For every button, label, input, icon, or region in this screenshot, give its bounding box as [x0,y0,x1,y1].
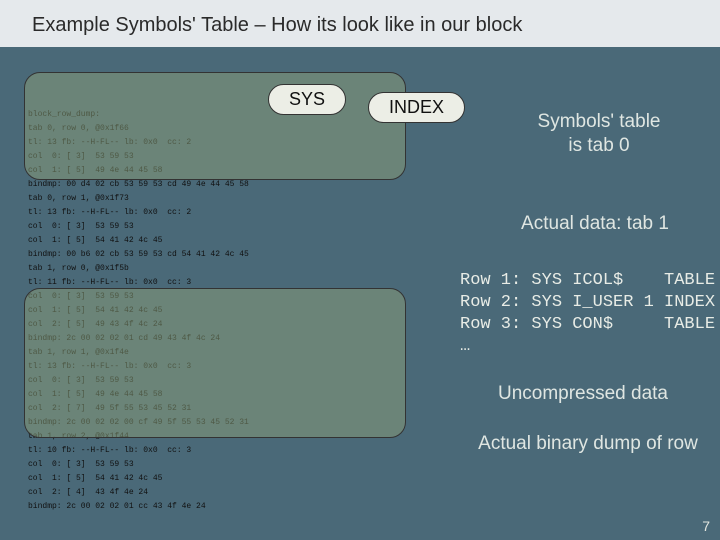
symbols-callout: Symbols' table is tab 0 [514,110,684,158]
page-title: Example Symbols' Table – How its look li… [0,0,720,47]
dump-line: bindmp: 00 d4 02 cb 53 59 53 cd 49 4e 44… [28,178,710,192]
actual-data-callout: Actual data: tab 1 [480,212,710,236]
dump-line: bindmp: 00 b6 02 cb 53 59 53 cd 54 41 42… [28,248,710,262]
dump-line: col 1: [ 5] 54 41 42 4c 45 [28,234,710,248]
title-text: Example Symbols' Table – How its look li… [32,14,522,36]
content-area: block_row_dump:tab 0, row 0, @0x1f66tl: … [28,52,710,540]
uncompressed-callout: Uncompressed data [468,382,698,406]
dump-line: bindmp: 2c 00 02 02 00 cf 49 5f 55 53 45… [28,416,710,430]
binary-dump-callout: Actual binary dump of row [448,432,720,456]
dump-line: col 2: [ 4] 43 4f 4e 24 [28,486,710,500]
index-badge: INDEX [368,92,465,123]
dump-line: tab 0, row 1, @0x1f73 [28,192,710,206]
page-number: 7 [702,518,710,534]
sys-badge: SYS [268,84,346,115]
dump-line: col 1: [ 5] 54 41 42 4c 45 [28,472,710,486]
rows-callout: Row 1: SYS ICOL$ TABLE Row 2: SYS I_USER… [460,270,720,358]
dump-line: bindmp: 2c 00 02 02 01 cc 43 4f 4e 24 [28,500,710,514]
dump-line: col 1: [ 5] 49 4e 44 45 58 [28,164,710,178]
dump-line: tl: 13 fb: --H-FL-- lb: 0x0 cc: 3 [28,360,710,374]
dump-line: col 0: [ 3] 53 59 53 [28,458,710,472]
